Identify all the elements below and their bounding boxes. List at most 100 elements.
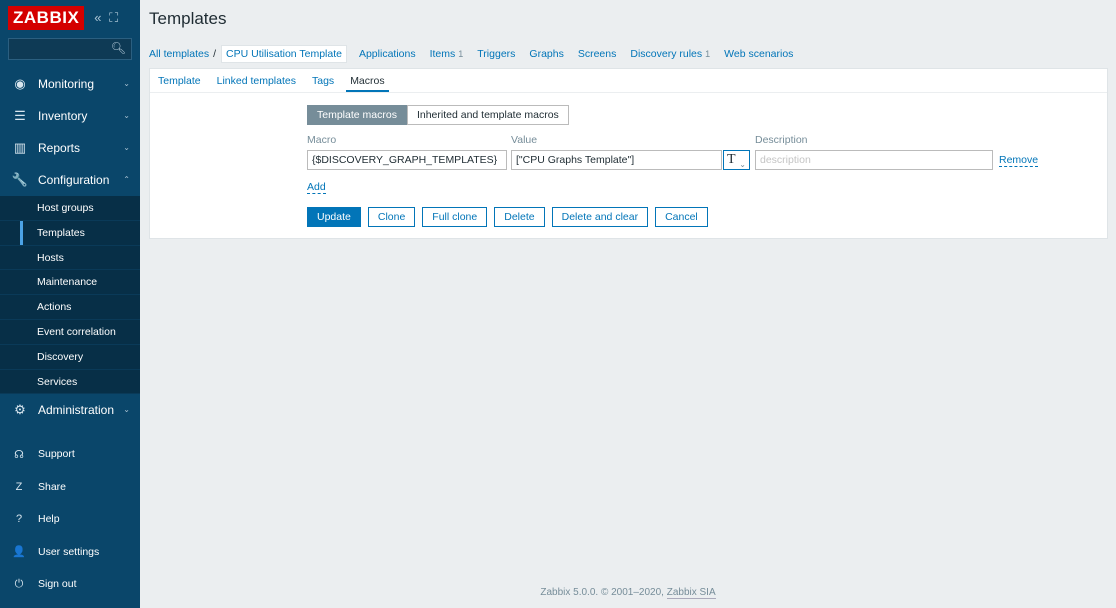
form-buttons: Update Clone Full clone Delete Delete an… <box>307 207 715 227</box>
submenu-services[interactable]: Services <box>0 370 140 395</box>
tab-tags[interactable]: Tags <box>312 69 334 92</box>
macro-value-field[interactable]: ["CPU Graphs Template"] <box>511 150 722 170</box>
nav-items[interactable]: Items 1 <box>430 48 464 60</box>
power-icon: ⏻ <box>14 577 24 590</box>
search-icon[interactable]: 🔍︎ <box>111 41 126 55</box>
nav-label: Applications <box>358 48 416 60</box>
menu-label: Inventory <box>38 109 88 123</box>
chevron-down-icon: ⌄ <box>123 79 130 88</box>
submenu-hosts[interactable]: Hosts <box>0 246 140 271</box>
menu-label: Share <box>38 480 67 493</box>
menu-label: Sign out <box>38 578 77 591</box>
menu-label: Configuration <box>38 173 110 187</box>
menu-label: Administration <box>38 403 115 418</box>
macro-column-header: Macro <box>307 134 337 146</box>
chevron-down-icon: ⌄ <box>123 111 130 120</box>
text-type-icon: T <box>727 152 736 167</box>
sidebar-header: ZABBIX « ⛶ <box>0 0 140 36</box>
template-form-panel: Template Linked templates Tags Macros Te… <box>149 68 1108 239</box>
footer-zabbix-link[interactable]: Zabbix SIA <box>666 587 716 599</box>
form-tabs: Template Linked templates Tags Macros <box>150 69 1107 93</box>
nav-screens[interactable]: Screens <box>578 48 617 60</box>
menu-share[interactable]: Z Share <box>0 471 140 504</box>
chevron-down-icon: ⌄ <box>123 405 130 415</box>
share-icon: Z <box>15 480 23 493</box>
description-column-header: Description <box>755 134 808 146</box>
submenu-discovery[interactable]: Discovery <box>0 345 140 370</box>
menu-monitoring[interactable]: ◉ Monitoring ⌄ <box>0 68 140 100</box>
submenu-maintenance[interactable]: Maintenance <box>0 270 140 296</box>
collapse-sidebar-icon[interactable]: « ⛶ <box>94 10 120 26</box>
breadcrumb-separator: / <box>213 48 217 60</box>
breadcrumb-current-template[interactable]: CPU Utilisation Template <box>221 45 347 63</box>
menu-user-settings[interactable]: 👤 User settings <box>0 536 140 569</box>
menu-inventory[interactable]: ☰ Inventory ⌄ <box>0 100 140 132</box>
menu-support[interactable]: ☊ Support <box>0 438 140 471</box>
value-type-select[interactable]: T ⌄ <box>723 150 750 170</box>
submenu-actions[interactable]: Actions <box>0 295 140 320</box>
delete-and-clear-button[interactable]: Delete and clear <box>551 207 649 227</box>
nav-graphs[interactable]: Graphs <box>529 48 563 60</box>
menu-help[interactable]: ? Help <box>0 503 140 536</box>
bottom-menu: ☊ Support Z Share ? Help 👤 User settings… <box>0 438 140 601</box>
nav-label: Items <box>429 48 456 60</box>
chevron-down-icon: ⌄ <box>123 143 130 152</box>
eye-icon: ◉ <box>14 76 26 91</box>
menu-label: Help <box>38 513 60 526</box>
menu-reports[interactable]: ▥ Reports ⌄ <box>0 132 140 164</box>
chevron-down-icon: ⌄ <box>739 160 746 169</box>
update-button[interactable]: Update <box>307 207 361 227</box>
menu-label: Reports <box>38 141 81 155</box>
value-column-header: Value <box>511 134 538 146</box>
breadcrumb-all-templates[interactable]: All templates <box>149 48 209 60</box>
menu-configuration[interactable]: 🔧 Configuration ⌃ <box>0 164 140 196</box>
user-icon: 👤 <box>12 546 26 559</box>
wrench-icon: 🔧 <box>11 172 29 187</box>
nav-label: Discovery rules <box>630 48 703 60</box>
nav-label: Triggers <box>477 48 516 60</box>
nav-count: 1 <box>458 49 464 59</box>
nav-label: Web scenarios <box>724 48 794 60</box>
search-input[interactable]: 🔍︎ <box>8 38 132 60</box>
nav-label: Screens <box>577 48 617 60</box>
submenu-templates[interactable]: Templates <box>0 220 140 246</box>
submenu-event-correlation[interactable]: Event correlation <box>0 320 140 345</box>
delete-button[interactable]: Delete <box>494 207 545 227</box>
main-menu: ◉ Monitoring ⌄ ☰ Inventory ⌄ ▥ Reports ⌄… <box>0 68 140 426</box>
menu-sign-out[interactable]: ⏻ Sign out <box>0 568 140 601</box>
menu-label: User settings <box>38 545 100 558</box>
tab-macros[interactable]: Macros <box>346 69 390 92</box>
remove-macro-link[interactable]: Remove <box>999 154 1039 167</box>
bar-chart-icon: ▥ <box>13 140 27 155</box>
menu-administration[interactable]: ⚙ Administration ⌄ <box>0 394 140 426</box>
configuration-submenu: Host groups Templates Hosts Maintenance … <box>0 196 140 395</box>
footer: Zabbix 5.0.0. © 2001–2020, Zabbix SIA <box>140 587 1116 599</box>
page-title: Templates <box>149 9 227 28</box>
macro-view-toggle: Template macros Inherited and template m… <box>307 105 569 125</box>
zabbix-logo[interactable]: ZABBIX <box>8 6 85 30</box>
clone-button[interactable]: Clone <box>367 207 416 227</box>
macro-name-field[interactable]: {$DISCOVERY_GRAPH_TEMPLATES} <box>307 150 507 170</box>
footer-text: Zabbix 5.0.0. © 2001–2020, <box>540 587 664 598</box>
inherited-macros-toggle[interactable]: Inherited and template macros <box>406 105 569 125</box>
tab-template[interactable]: Template <box>158 69 201 92</box>
chevron-up-icon: ⌃ <box>123 175 130 184</box>
nav-discovery-rules[interactable]: Discovery rules 1 <box>630 48 710 60</box>
nav-web-scenarios[interactable]: Web scenarios <box>724 48 793 60</box>
headset-icon: ☊ <box>14 448 24 461</box>
menu-label: Support <box>38 448 75 461</box>
nav-count: 1 <box>705 49 711 59</box>
tab-linked-templates[interactable]: Linked templates <box>217 69 296 92</box>
template-macros-toggle[interactable]: Template macros <box>307 105 407 125</box>
list-icon: ☰ <box>14 108 26 123</box>
cancel-button[interactable]: Cancel <box>655 207 708 227</box>
macro-description-field[interactable]: description <box>755 150 993 170</box>
add-macro-link[interactable]: Add <box>307 181 326 194</box>
full-clone-button[interactable]: Full clone <box>422 207 488 227</box>
sidebar: ZABBIX « ⛶ 🔍︎ ◉ Monitoring ⌄ ☰ Inventory… <box>0 0 140 608</box>
nav-triggers[interactable]: Triggers <box>477 48 515 60</box>
nav-label: Graphs <box>529 48 564 60</box>
submenu-host-groups[interactable]: Host groups <box>0 196 140 221</box>
help-icon: ? <box>15 513 23 526</box>
nav-applications[interactable]: Applications <box>359 48 416 60</box>
